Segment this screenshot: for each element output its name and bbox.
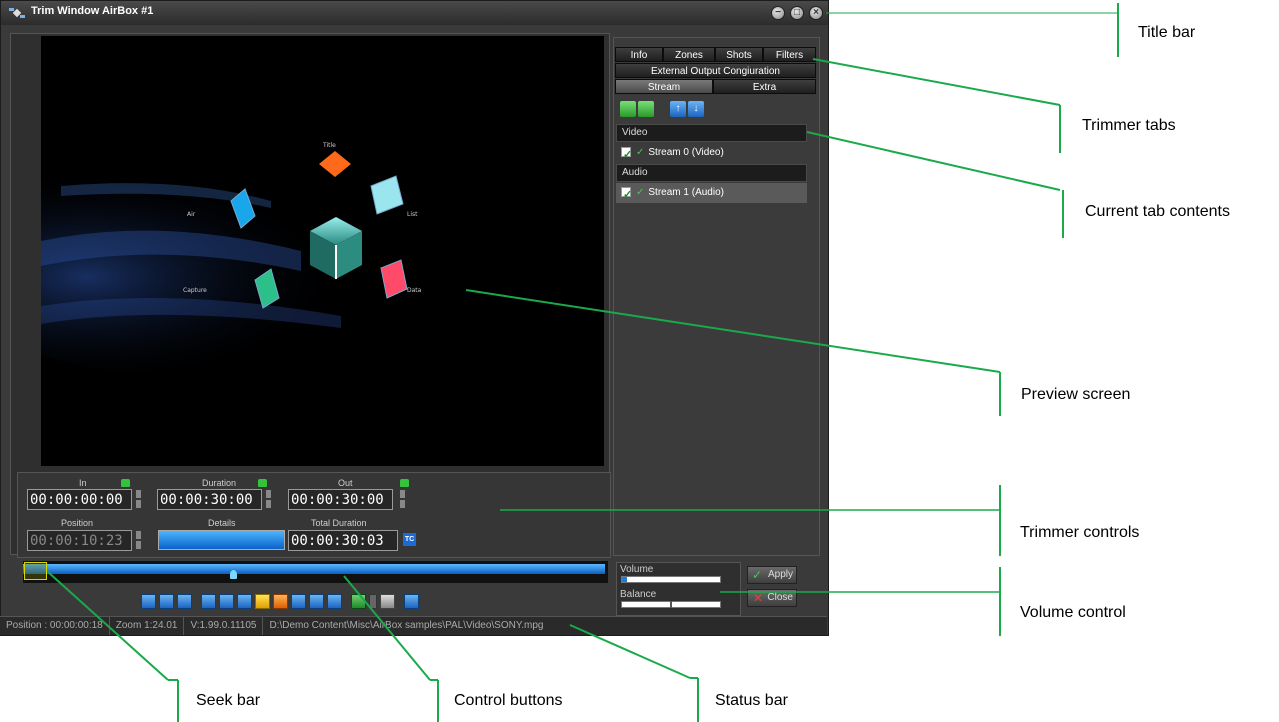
callout-volume-control: Volume control [1020,604,1126,621]
callout-seek-bar: Seek bar [196,692,261,709]
callout-control-buttons: Control buttons [454,692,563,709]
callout-status-bar: Status bar [715,692,788,709]
callout-title-bar: Title bar [1138,24,1196,41]
callout-preview-screen: Preview screen [1021,386,1131,403]
callout-trimmer-tabs: Trimmer tabs [1082,117,1176,134]
callout-current-tab: Current tab contents [1085,203,1230,220]
callout-trimmer-controls: Trimmer controls [1020,524,1140,541]
